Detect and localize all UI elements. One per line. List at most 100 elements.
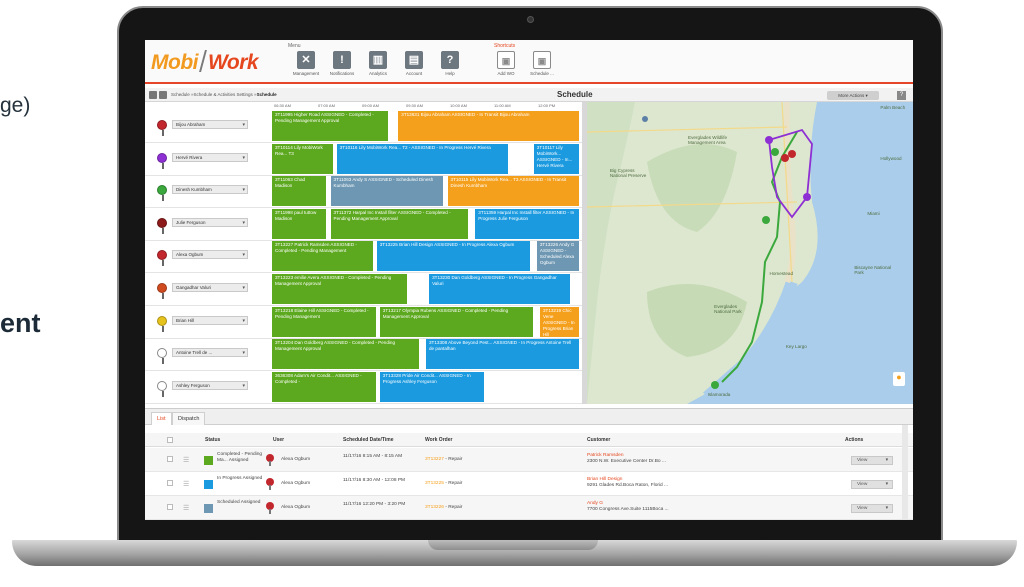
shortcut-button[interactable]: ▣ Add WO (487, 51, 525, 76)
header-customer[interactable]: Customer (587, 437, 610, 443)
work-order[interactable]: 3T13226 - Repair (425, 505, 462, 511)
route-map[interactable]: Big Cypress National Preserve Everglades … (587, 102, 913, 404)
marker-blue[interactable] (642, 116, 648, 122)
schedule-block[interactable]: 3T11998 paul tuttow Madison (272, 208, 328, 239)
marker-red-1[interactable] (788, 150, 796, 158)
menu-management-button[interactable]: ✕ Management (287, 51, 325, 76)
table-header: Status User Scheduled Date/Time Work Ord… (145, 433, 913, 447)
technician-row: Alexa Ogbum 3T13227 Patrick Ramsden ASSIG… (145, 240, 582, 274)
schedule-block[interactable]: 3T13631 Bijou Abraham ASSIGNED - In Tran… (398, 111, 580, 141)
header-status[interactable]: Status (205, 437, 220, 443)
schedule-block[interactable]: 3T13219 Chic Vene ASSIGNED - In Progress… (539, 306, 580, 337)
tab-list[interactable]: List (151, 412, 172, 425)
schedule-block[interactable]: 3T13217 Olympia Rubens ASSIGNED - Comple… (379, 306, 534, 337)
schedule-block[interactable]: 3T13218 Elaine Hill ASSIGNED - Completed… (272, 306, 377, 337)
schedule-block[interactable]: 3T13226 Andy G ASSIGNED - Scheduled Alex… (536, 241, 580, 272)
work-order[interactable]: 3T13227 - Repair (425, 457, 462, 463)
shortcut-label: Schedule ... (530, 71, 554, 76)
schedule-block[interactable]: 3T13328 Pride Air Condit... ASSIGNED - I… (379, 371, 485, 402)
technician-selector[interactable]: Ashley Ferguson (172, 380, 248, 390)
schedule-block[interactable]: 3T10116 Lily MobiWork Rea... T2 - ASSIGN… (336, 143, 510, 174)
drag-handle-icon[interactable]: ☰ (183, 480, 189, 488)
menu-analytics-button[interactable]: ▥ Analytics (359, 51, 397, 76)
street-view-icon[interactable]: ● (893, 372, 905, 386)
technician-selector[interactable]: Gangadhar Valuri (172, 283, 248, 292)
technician-selector[interactable]: Hervé Rivera (172, 152, 248, 162)
tab-dispatch[interactable]: Dispatch (172, 412, 206, 425)
schedule-block[interactable]: 3T10115 Lily MobiWork Rea... T3 ASSIGNED… (447, 176, 580, 207)
technician-selector[interactable]: Alexa Ogbum (172, 250, 248, 260)
header-user[interactable]: User (273, 437, 284, 443)
list-scrollbar[interactable] (902, 425, 908, 520)
technician-row: Antoine Trell de ... 3T13204 Dan Goldberg… (145, 338, 582, 372)
timeline-tick: 12:00 PM (538, 103, 556, 108)
user-pin-icon (266, 502, 274, 514)
row-checkbox[interactable] (167, 504, 173, 510)
menu-help-button[interactable]: ? Help (431, 51, 469, 76)
marker-purple-1[interactable] (765, 136, 773, 144)
marker-green-2[interactable] (762, 216, 770, 224)
more-actions-button[interactable]: More Actions ▾ (827, 91, 879, 100)
technician-selector[interactable]: Antoine Trell de ... (172, 348, 248, 358)
shortcut-button[interactable]: ▣ Schedule ... (523, 51, 561, 76)
page-title: Schedule (557, 90, 593, 99)
technician-selector[interactable]: Bijou Abraham (172, 120, 248, 129)
header-datetime[interactable]: Scheduled Date/Time (343, 437, 393, 443)
schedule-icon: ▣ (533, 51, 551, 69)
marker-purple-2[interactable] (803, 193, 811, 201)
schedule-block[interactable]: 3T13230 Dan Goldberg ASSIGNED - In Progr… (429, 274, 571, 304)
schedule-block[interactable]: 3T11359 Harpal Inc Install filter ASSIGN… (475, 208, 580, 239)
menu-account-button[interactable]: ▤ Account (395, 51, 433, 76)
schedule-block[interactable]: 3636308 Adam's Air Condit... ASSIGNED - … (272, 371, 377, 402)
row-checkbox[interactable] (167, 456, 173, 462)
timeline-tick: 07:00 AM (318, 103, 335, 108)
work-order-link[interactable]: 3T13226 (425, 505, 444, 510)
view-dropdown-button[interactable]: View (851, 504, 893, 513)
technician-pin-icon (157, 152, 167, 169)
help-icon[interactable]: ? (897, 91, 906, 100)
row-checkbox[interactable] (167, 480, 173, 486)
schedule-block[interactable]: 3T11372 Harpal Inc Install filter ASSIGN… (330, 208, 470, 239)
schedule-block[interactable]: 3T13223 emilie Avera ASSIGNED - Complete… (272, 274, 408, 304)
marker-green-3[interactable] (711, 381, 719, 389)
view-dropdown-button[interactable]: View (851, 480, 893, 489)
mobiwork-logo[interactable]: Mobi Work (151, 50, 259, 75)
collapse-icon[interactable] (149, 91, 157, 99)
breadcrumb-path[interactable]: Schedule »Schedule & Activities Settings… (171, 92, 257, 97)
work-order[interactable]: 3T13225 - Repair (425, 481, 462, 487)
marker-green-1[interactable] (771, 148, 779, 156)
menu-notifications-button[interactable]: ! Notifications (323, 51, 361, 76)
schedule-block[interactable]: 3T13204 Dan Goldberg ASSIGNED - Complete… (272, 339, 420, 370)
notifications-icon: ! (333, 51, 351, 69)
select-all-checkbox[interactable] (167, 437, 173, 443)
drag-handle-icon[interactable]: ☰ (183, 504, 189, 512)
marker-red-2[interactable] (781, 154, 789, 162)
header-work-order[interactable]: Work Order (425, 437, 452, 443)
table-row[interactable]: ☰ In Progress Assigned Alexa Ogbum 11/17/16… (145, 472, 913, 496)
map-label: Key Largo (785, 343, 807, 349)
app-header: Mobi Work Menu Shortcuts ✕ Management! Noti… (145, 40, 913, 84)
schedule-block[interactable]: 3T13227 Patrick Ramsden ASSIGNED - Compl… (272, 241, 374, 272)
view-dropdown-button[interactable]: View (851, 456, 893, 465)
work-order-link[interactable]: 3T13225 (425, 481, 444, 486)
technician-selector[interactable]: Julie Ferguson (172, 217, 248, 227)
status-text: In Progress Assigned (217, 476, 263, 481)
technician-selector[interactable]: Brian Hill (172, 315, 248, 325)
table-row[interactable]: ☰ Completed - Pending Ma... Assigned Alexa… (145, 448, 913, 472)
table-row[interactable]: ☰ Scheduled Assigned Alexa Ogbum 11/17/16 1… (145, 496, 913, 520)
schedule-block[interactable]: 3T11063 Andy S ASSIGNED - Scheduled Dine… (330, 176, 445, 207)
schedule-block[interactable]: 3T10117 Lily MobiWork... ASSIGNED - In..… (533, 143, 580, 174)
schedule-block[interactable]: 3T11063 Chad Madison (272, 176, 328, 207)
drag-handle-icon[interactable]: ☰ (183, 456, 189, 464)
schedule-block[interactable]: 3T13308 Above Beyond Pest... ASSIGNED - … (426, 339, 580, 370)
expand-icon[interactable] (159, 91, 167, 99)
schedule-block[interactable]: 3T11995 Higher Road ASSIGNED - Completed… (272, 111, 390, 141)
schedule-block[interactable]: 3T10114 Lily MobiWork Rea... T3 (272, 143, 334, 174)
work-order-link[interactable]: 3T13227 (425, 457, 444, 462)
schedule-block[interactable]: 3T13225 Brian Hill Design ASSIGNED - In … (376, 241, 531, 272)
analytics-icon: ▥ (369, 51, 387, 69)
map-label: Homestead (769, 271, 794, 277)
technician-selector[interactable]: Dinesh Kumbham (172, 185, 248, 195)
technician-row: Brian Hill 3T13218 Elaine Hill ASSIGNED -… (145, 306, 582, 339)
background-text-top: ge) (0, 94, 31, 117)
